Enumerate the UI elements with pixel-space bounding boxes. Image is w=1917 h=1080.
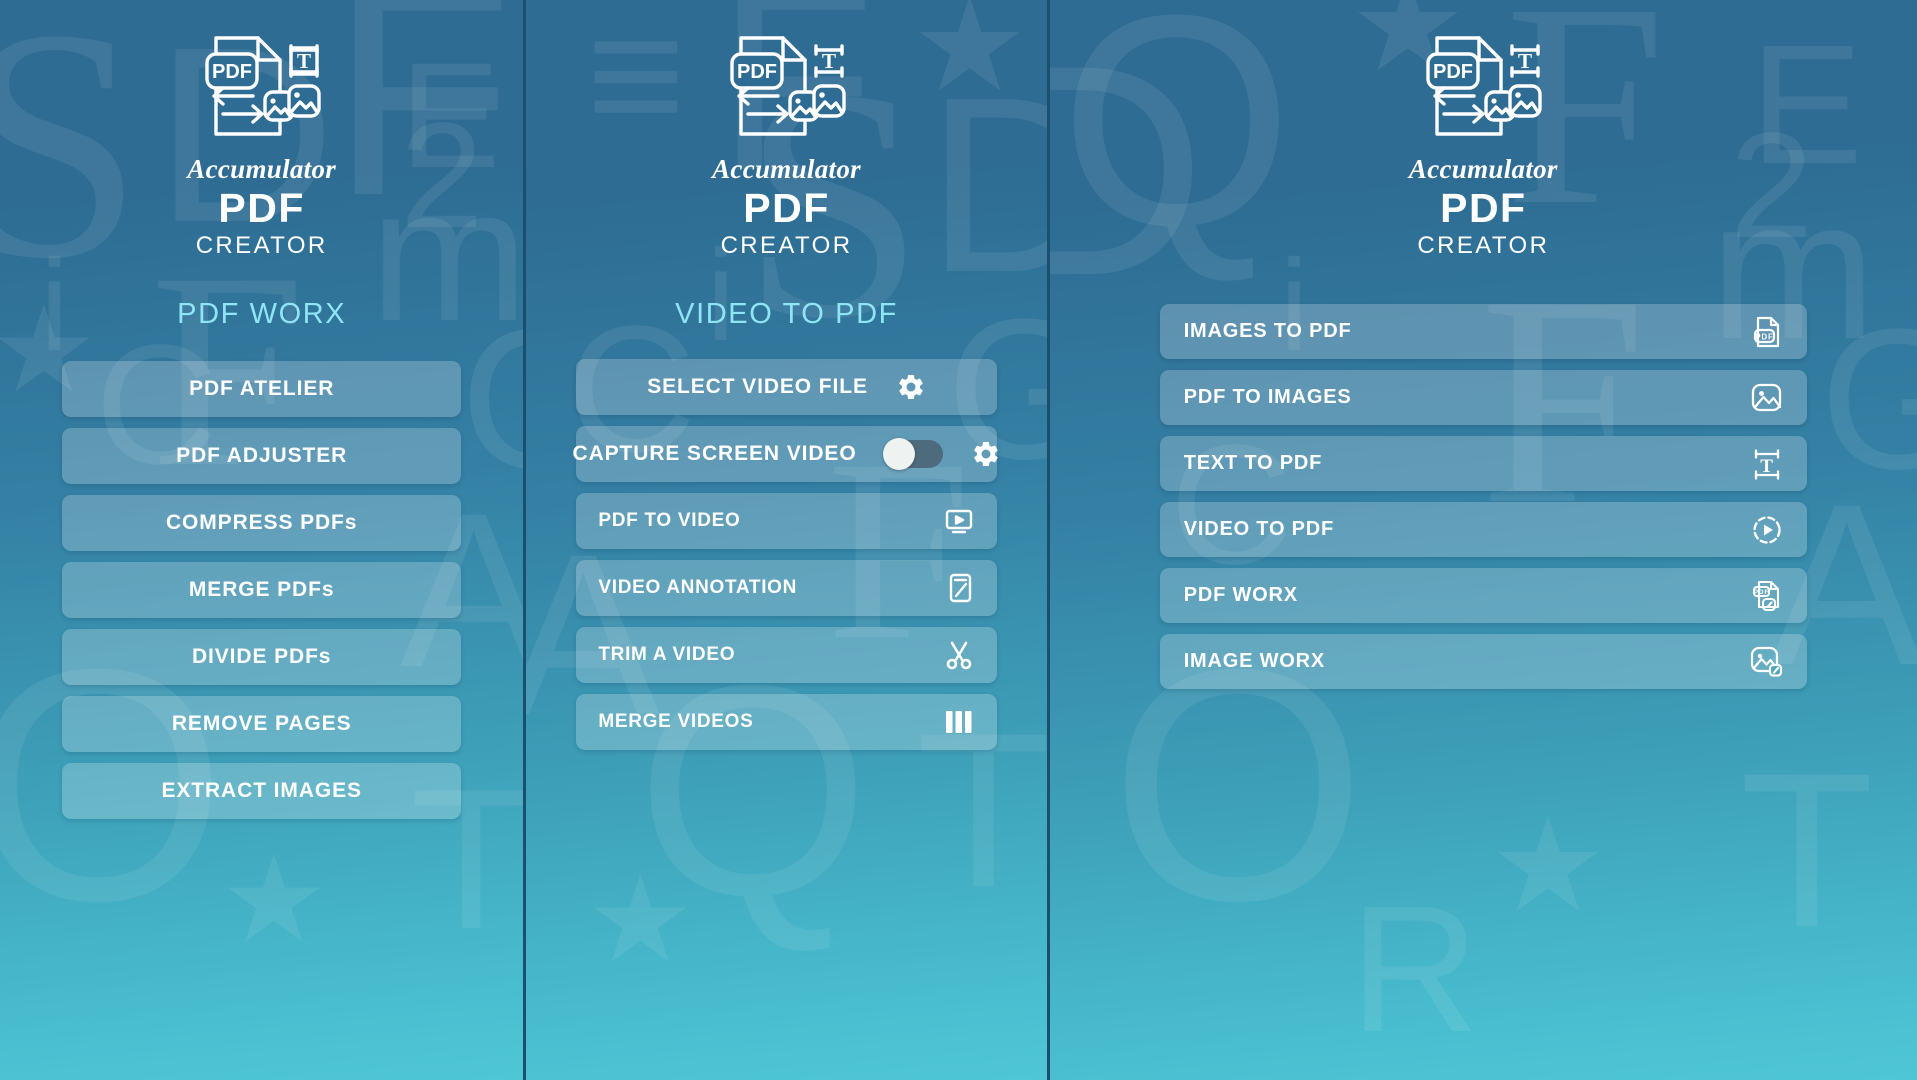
button-label: TRIM A VIDEO — [598, 644, 736, 666]
svg-text:PDF: PDF — [737, 61, 777, 83]
image-edit-icon — [1749, 645, 1783, 678]
button-label: EXTRACT IMAGES — [161, 779, 362, 803]
button-select-video-file[interactable]: SELECT VIDEO FILE — [576, 359, 997, 416]
button-label: PDF ATELIER — [189, 377, 335, 401]
pdf-edit-icon: PDF — [1750, 579, 1783, 613]
play-circle-icon — [1751, 514, 1783, 546]
button-capture-screen-video[interactable]: CAPTURE SCREEN VIDEO — [572, 426, 998, 483]
button-label: SELECT VIDEO FILE — [647, 375, 868, 399]
button-merge-pdfs[interactable]: MERGE PDFs — [62, 562, 462, 619]
button-label: VIDEO ANNOTATION — [598, 577, 798, 599]
annotate-icon — [945, 572, 975, 604]
button-remove-pages[interactable]: REMOVE PAGES — [62, 696, 462, 753]
home-menu-button-list: IMAGES TO PDF PDF PDF TO IMAGES TEXT TO … — [1050, 304, 1917, 690]
button-image-worx[interactable]: IMAGE WORX — [1159, 634, 1807, 690]
image-icon — [1750, 381, 1783, 414]
button-merge-videos[interactable]: MERGE VIDEOS — [576, 694, 997, 751]
button-divide-pdfs[interactable]: DIVIDE PDFs — [62, 629, 462, 686]
gear-icon[interactable] — [971, 439, 1001, 469]
brand-subtitle: CREATOR — [720, 232, 853, 260]
gear-icon[interactable] — [896, 372, 926, 402]
button-pdf-adjuster[interactable]: PDF ADJUSTER — [62, 428, 462, 485]
button-images-to-pdf[interactable]: IMAGES TO PDF PDF — [1159, 304, 1807, 360]
button-label: TEXT TO PDF — [1183, 452, 1323, 475]
app-logo: PDF T — [526, 26, 1046, 146]
app-logo: PDF T — [0, 26, 523, 146]
svg-text:PDF: PDF — [1755, 332, 1773, 341]
app-logo: PDF T — [1050, 26, 1917, 146]
section-title-pdf-worx: PDF WORX — [177, 298, 347, 331]
button-text-to-pdf[interactable]: TEXT TO PDF T — [1159, 436, 1807, 492]
brand-title: PDF — [1440, 185, 1527, 231]
panel-divider — [1046, 0, 1050, 1080]
toggle-knob — [882, 438, 915, 471]
button-trim-a-video[interactable]: TRIM A VIDEO — [576, 627, 997, 684]
button-compress-pdfs[interactable]: COMPRESS PDFs — [62, 495, 462, 552]
button-label: CAPTURE SCREEN VIDEO — [572, 442, 857, 466]
button-video-annotation[interactable]: VIDEO ANNOTATION — [576, 560, 997, 617]
capture-screen-video-toggle[interactable] — [882, 438, 943, 471]
panel-home-menu: Q D ★ F E 2 m i F G C A O ★ T R PDF T Ac… — [1049, 0, 1917, 1080]
svg-text:PDF: PDF — [1754, 589, 1769, 596]
svg-text:PDF: PDF — [1433, 61, 1473, 83]
video-play-icon — [943, 505, 975, 537]
app-header: PDF T Accumulator PDF CREATOR — [0, 0, 523, 260]
button-label: IMAGES TO PDF — [1183, 320, 1352, 343]
svg-text:T: T — [1760, 456, 1773, 477]
text-frame-icon: T — [1751, 448, 1783, 480]
panel-divider — [523, 0, 527, 1080]
brand-title: PDF — [743, 185, 830, 231]
app-header: PDF T Accumulator PDF CREATOR — [526, 0, 1046, 260]
brand-subtitle: CREATOR — [1417, 232, 1550, 260]
button-label: VIDEO TO PDF — [1183, 518, 1335, 541]
button-label: MERGE PDFs — [188, 578, 335, 602]
button-pdf-atelier[interactable]: PDF ATELIER — [62, 361, 462, 418]
svg-text:PDF: PDF — [212, 61, 252, 83]
panel-pdf-worx: S D F E 2 m i F ★ G C A O ★ T PDF — [0, 0, 524, 1080]
button-video-to-pdf[interactable]: VIDEO TO PDF — [1159, 502, 1807, 558]
button-label: COMPRESS PDFs — [165, 511, 358, 535]
svg-text:T: T — [297, 49, 311, 73]
svg-text:T: T — [1518, 49, 1532, 73]
button-label: PDF TO VIDEO — [598, 510, 741, 532]
button-pdf-worx[interactable]: PDF WORX PDF — [1159, 568, 1807, 624]
brand-script: Accumulator — [1408, 154, 1558, 184]
button-label: PDF WORX — [1183, 584, 1298, 607]
video-to-pdf-button-list: SELECT VIDEO FILE CAPTURE SCREEN VIDEO P… — [526, 359, 1046, 751]
button-label: REMOVE PAGES — [171, 712, 352, 736]
section-title-video-to-pdf: VIDEO TO PDF — [675, 298, 898, 331]
button-label: DIVIDE PDFs — [191, 645, 332, 669]
button-label: MERGE VIDEOS — [598, 711, 754, 733]
button-label: IMAGE WORX — [1183, 650, 1326, 673]
pdf-worx-button-list: PDF ATELIER PDF ADJUSTER COMPRESS PDFs M… — [0, 361, 523, 820]
pdf-file-icon: PDF — [1751, 315, 1783, 349]
brand-subtitle: CREATOR — [195, 232, 328, 260]
button-pdf-to-images[interactable]: PDF TO IMAGES — [1159, 370, 1807, 426]
brand-title: PDF — [218, 185, 305, 231]
button-label: PDF TO IMAGES — [1183, 386, 1352, 409]
button-label: PDF ADJUSTER — [176, 444, 348, 468]
svg-text:T: T — [822, 49, 836, 73]
merge-bars-icon — [943, 709, 975, 735]
three-panel-screenshot-collage: S D F E 2 m i F ★ G C A O ★ T PDF — [0, 0, 1917, 1080]
app-header: PDF T Accumulator PDF CREATOR — [1050, 0, 1917, 260]
button-extract-images[interactable]: EXTRACT IMAGES — [62, 763, 462, 820]
button-pdf-to-video[interactable]: PDF TO VIDEO — [576, 493, 997, 550]
brand-script: Accumulator — [187, 154, 337, 184]
scissors-icon — [943, 639, 975, 671]
brand-script: Accumulator — [712, 154, 861, 184]
panel-video-to-pdf: ≡ F ★ S D C i G F A Q T ★ PDF — [526, 0, 1047, 1080]
